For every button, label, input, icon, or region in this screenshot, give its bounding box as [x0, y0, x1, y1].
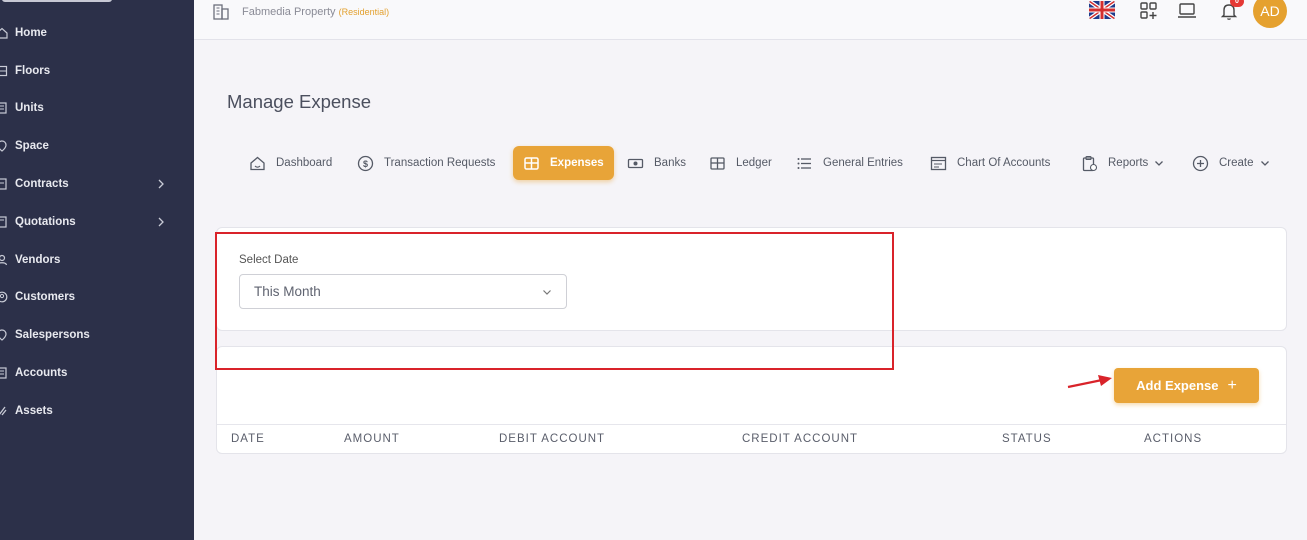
chevron-right-icon	[158, 179, 164, 189]
expenses-table-card: Add Expense + DATE AMOUNT DEBIT ACCOUNT …	[216, 346, 1287, 454]
property-name: Fabmedia Property	[242, 6, 336, 18]
tab-label: Transaction Requests	[384, 157, 496, 169]
sidebar-item-units[interactable]: Units	[0, 96, 194, 120]
sidebar-item-label: Accounts	[15, 367, 68, 379]
add-expense-label: Add Expense	[1136, 378, 1219, 393]
sidebar: Home Floors Units Space Contracts Quotat…	[0, 0, 194, 540]
date-range-select[interactable]: This Month	[239, 274, 567, 309]
building-icon	[213, 4, 229, 20]
uk-flag-icon[interactable]	[1089, 1, 1115, 19]
column-header-credit-account[interactable]: CREDIT ACCOUNT	[742, 433, 858, 445]
banknote-icon	[627, 158, 644, 168]
tab-create[interactable]: Create	[1192, 146, 1270, 180]
tab-label: General Entries	[823, 157, 903, 169]
units-icon	[0, 101, 9, 115]
space-icon	[0, 139, 9, 153]
list-icon	[797, 157, 811, 169]
chevron-right-icon	[158, 217, 164, 227]
home-icon	[0, 26, 9, 40]
app-logo	[2, 0, 112, 2]
tab-label: Reports	[1108, 157, 1149, 169]
dashboard-icon	[250, 156, 265, 170]
column-header-status[interactable]: STATUS	[1002, 433, 1052, 445]
quotations-icon	[0, 215, 9, 229]
column-header-debit-account[interactable]: DEBIT ACCOUNT	[499, 433, 605, 445]
tab-general-entries[interactable]: General Entries	[796, 146, 903, 180]
plus-circle-icon	[1192, 155, 1209, 171]
sidebar-item-label: Floors	[15, 65, 51, 77]
customers-icon	[0, 290, 9, 304]
contracts-icon	[0, 177, 9, 191]
apps-add-icon[interactable]	[1139, 1, 1159, 21]
tab-transaction-requests[interactable]: $ Transaction Requests	[357, 146, 495, 180]
clipboard-icon	[1082, 155, 1098, 171]
sidebar-item-label: Units	[15, 102, 44, 114]
chart-accounts-icon	[930, 156, 947, 170]
tab-label: Ledger	[736, 157, 772, 169]
sidebar-item-label: Vendors	[15, 254, 61, 266]
date-range-value: This Month	[254, 284, 321, 299]
tab-chart-of-accounts[interactable]: Chart Of Accounts	[930, 146, 1050, 180]
tab-banks[interactable]: Banks	[627, 146, 686, 180]
sidebar-item-label: Customers	[15, 291, 76, 303]
property-type: (Residential)	[338, 7, 390, 17]
tab-reports[interactable]: Reports	[1081, 146, 1164, 180]
tab-label: Dashboard	[276, 157, 333, 169]
sidebar-item-vendors[interactable]: Vendors	[0, 248, 194, 272]
page-title: Manage Expense	[227, 91, 371, 112]
sidebar-item-space[interactable]: Space	[0, 134, 194, 158]
sidebar-item-label: Space	[15, 140, 49, 152]
vendors-icon	[0, 253, 9, 267]
column-header-actions: ACTIONS	[1144, 433, 1203, 445]
salespersons-icon	[0, 328, 9, 342]
sidebar-item-quotations[interactable]: Quotations	[0, 210, 194, 234]
laptop-icon[interactable]	[1177, 1, 1197, 21]
svg-text:$: $	[363, 159, 368, 169]
sidebar-item-label: Contracts	[15, 178, 69, 190]
sidebar-item-accounts[interactable]: Accounts	[0, 361, 194, 385]
sidebar-item-home[interactable]: Home	[0, 21, 194, 45]
property-selector[interactable]: Fabmedia Property (Residential)	[242, 6, 389, 18]
floors-icon	[0, 64, 9, 78]
sidebar-item-salespersons[interactable]: Salespersons	[0, 323, 194, 347]
column-header-date[interactable]: DATE	[231, 433, 265, 445]
avatar[interactable]: AD	[1253, 0, 1287, 28]
sidebar-item-contracts[interactable]: Contracts	[0, 172, 194, 196]
column-header-amount[interactable]: AMOUNT	[344, 433, 400, 445]
tab-expenses[interactable]: Expenses	[513, 146, 614, 180]
tab-label: Chart Of Accounts	[957, 157, 1051, 169]
sidebar-item-floors[interactable]: Floors	[0, 59, 194, 83]
sidebar-item-label: Quotations	[15, 216, 76, 228]
accounts-icon	[0, 366, 9, 380]
sidebar-item-label: Assets	[15, 405, 53, 417]
dollar-icon: $	[357, 155, 374, 171]
annotation-arrow-icon	[1067, 375, 1112, 389]
top-bar: Fabmedia Property (Residential) 0 AD	[194, 0, 1307, 40]
tab-ledger[interactable]: Ledger	[709, 146, 772, 180]
tab-label: Banks	[654, 157, 686, 169]
sidebar-item-label: Salespersons	[15, 329, 90, 341]
tab-label: Create	[1219, 157, 1254, 169]
sidebar-item-label: Home	[15, 27, 47, 39]
sidebar-item-assets[interactable]: Assets	[0, 399, 194, 423]
ledger-icon	[710, 156, 725, 170]
assets-icon	[0, 404, 9, 418]
sidebar-item-customers[interactable]: Customers	[0, 285, 194, 309]
chevron-down-icon	[543, 290, 551, 295]
tab-dashboard[interactable]: Dashboard	[249, 146, 332, 180]
select-date-label: Select Date	[239, 254, 299, 266]
chevron-down-icon	[1260, 161, 1269, 166]
tab-label: Expenses	[550, 157, 604, 169]
notification-badge: 0	[1230, 0, 1244, 7]
add-expense-button[interactable]: Add Expense +	[1114, 368, 1259, 403]
table-icon	[524, 156, 539, 170]
plus-icon: +	[1227, 376, 1237, 394]
table-header: DATE AMOUNT DEBIT ACCOUNT CREDIT ACCOUNT…	[217, 424, 1286, 453]
chevron-down-icon	[1155, 161, 1164, 166]
filter-card: Select Date This Month	[216, 227, 1287, 331]
